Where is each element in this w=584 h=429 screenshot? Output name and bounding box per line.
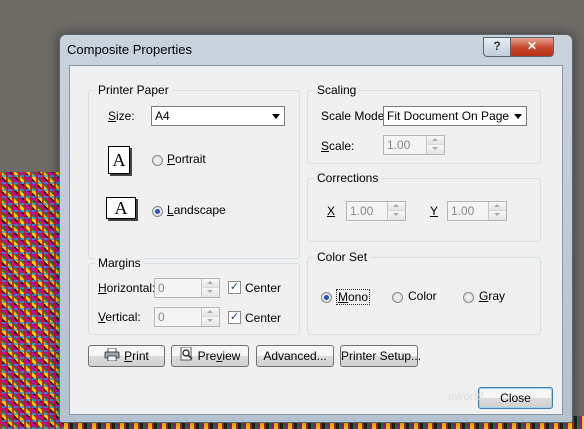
printer-paper-legend: Printer Paper — [95, 83, 172, 97]
scale-mode-label: Scale Mode — [321, 109, 385, 123]
y-label: Y — [430, 204, 439, 218]
landscape-label[interactable]: Landscape — [167, 203, 226, 217]
x-label: X — [327, 204, 336, 218]
size-dropdown[interactable]: A4 — [151, 106, 285, 126]
x-correction-spinner[interactable]: 1.00 — [346, 201, 406, 221]
landscape-radio[interactable] — [152, 206, 163, 217]
scaling-group: Scaling Scale Mode Fit Document On Page … — [307, 83, 541, 164]
help-button[interactable]: ? — [483, 37, 511, 57]
scale-mode-value: Fit Document On Page — [387, 109, 510, 123]
portrait-label[interactable]: Portrait — [167, 152, 206, 166]
color-set-legend: Color Set — [314, 250, 371, 264]
vertical-center-checkbox[interactable]: ✓ — [228, 311, 241, 324]
print-label: Print — [124, 349, 149, 363]
composite-properties-dialog: Composite Properties ? ✕ Printer Paper S… — [59, 34, 573, 423]
vertical-margin-value: 0 — [158, 310, 165, 324]
chevron-down-icon — [272, 114, 280, 119]
horizontal-center-checkbox[interactable]: ✓ — [228, 281, 241, 294]
preview-icon — [180, 346, 194, 367]
spin-down-icon[interactable] — [202, 317, 219, 326]
margins-legend: Margins — [95, 256, 144, 270]
preview-button[interactable]: Preview — [171, 345, 249, 367]
spin-up-icon[interactable] — [202, 279, 219, 288]
title-close-button[interactable]: ✕ — [510, 37, 554, 57]
watermark-text: eworld — [448, 389, 484, 403]
color-radio[interactable] — [392, 292, 403, 303]
gray-label[interactable]: Gray — [479, 289, 505, 303]
printer-setup-button[interactable]: Printer Setup... — [340, 345, 421, 367]
color-set-group: Color Set Mono Color Gray — [307, 250, 541, 335]
print-button[interactable]: Print — [88, 345, 165, 367]
vertical-label: Vertical: — [98, 310, 141, 324]
horizontal-center-label[interactable]: Center — [245, 281, 281, 295]
horizontal-margin-spinner[interactable]: 0 — [154, 278, 220, 298]
spin-up-icon[interactable] — [202, 308, 219, 317]
size-value: A4 — [155, 109, 170, 123]
corrections-legend: Corrections — [314, 171, 382, 185]
scale-mode-dropdown[interactable]: Fit Document On Page — [383, 106, 527, 126]
y-correction-spinner[interactable]: 1.00 — [447, 201, 507, 221]
preview-label: Preview — [197, 349, 241, 363]
vertical-margin-spinner[interactable]: 0 — [154, 307, 220, 327]
horizontal-label: Horizontal: — [98, 281, 156, 295]
mono-radio[interactable] — [321, 292, 332, 303]
color-label[interactable]: Color — [408, 289, 437, 303]
printer-paper-group: Printer Paper Size: A4 A Portrait A Land… — [88, 83, 300, 259]
scaling-legend: Scaling — [314, 83, 360, 97]
corrections-group: Corrections X 1.00 Y 1.00 — [307, 171, 541, 242]
portrait-radio[interactable] — [152, 155, 163, 166]
scale-spinner[interactable]: 1.00 — [383, 135, 445, 155]
spin-up-icon[interactable] — [388, 202, 405, 211]
spin-down-icon[interactable] — [427, 145, 444, 154]
spin-down-icon[interactable] — [489, 211, 506, 220]
spin-up-icon[interactable] — [489, 202, 506, 211]
dialog-title: Composite Properties — [67, 42, 192, 57]
y-correction-value: 1.00 — [451, 204, 475, 218]
chevron-down-icon — [514, 114, 522, 119]
margins-group: Margins Horizontal: 0 ✓ Center Vertical:… — [88, 256, 300, 335]
mono-label[interactable]: Mono — [336, 289, 371, 305]
spin-up-icon[interactable] — [427, 136, 444, 145]
dialog-client-area: Printer Paper Size: A4 A Portrait A Land… — [69, 65, 563, 415]
gray-radio[interactable] — [463, 292, 474, 303]
scale-value: 1.00 — [387, 138, 411, 152]
vertical-center-label[interactable]: Center — [245, 311, 281, 325]
x-correction-value: 1.00 — [350, 204, 374, 218]
horizontal-margin-value: 0 — [158, 281, 165, 295]
landscape-page-icon: A — [106, 197, 136, 219]
background-pcb-artwork — [0, 172, 64, 429]
spin-down-icon[interactable] — [202, 288, 219, 297]
spin-down-icon[interactable] — [388, 211, 405, 220]
scale-label: Scale: — [321, 139, 355, 153]
printer-icon — [104, 347, 120, 367]
portrait-page-icon: A — [108, 146, 130, 174]
advanced-button[interactable]: Advanced... — [256, 345, 334, 367]
size-label: Size: — [108, 109, 135, 123]
close-button[interactable]: Close — [478, 387, 553, 409]
